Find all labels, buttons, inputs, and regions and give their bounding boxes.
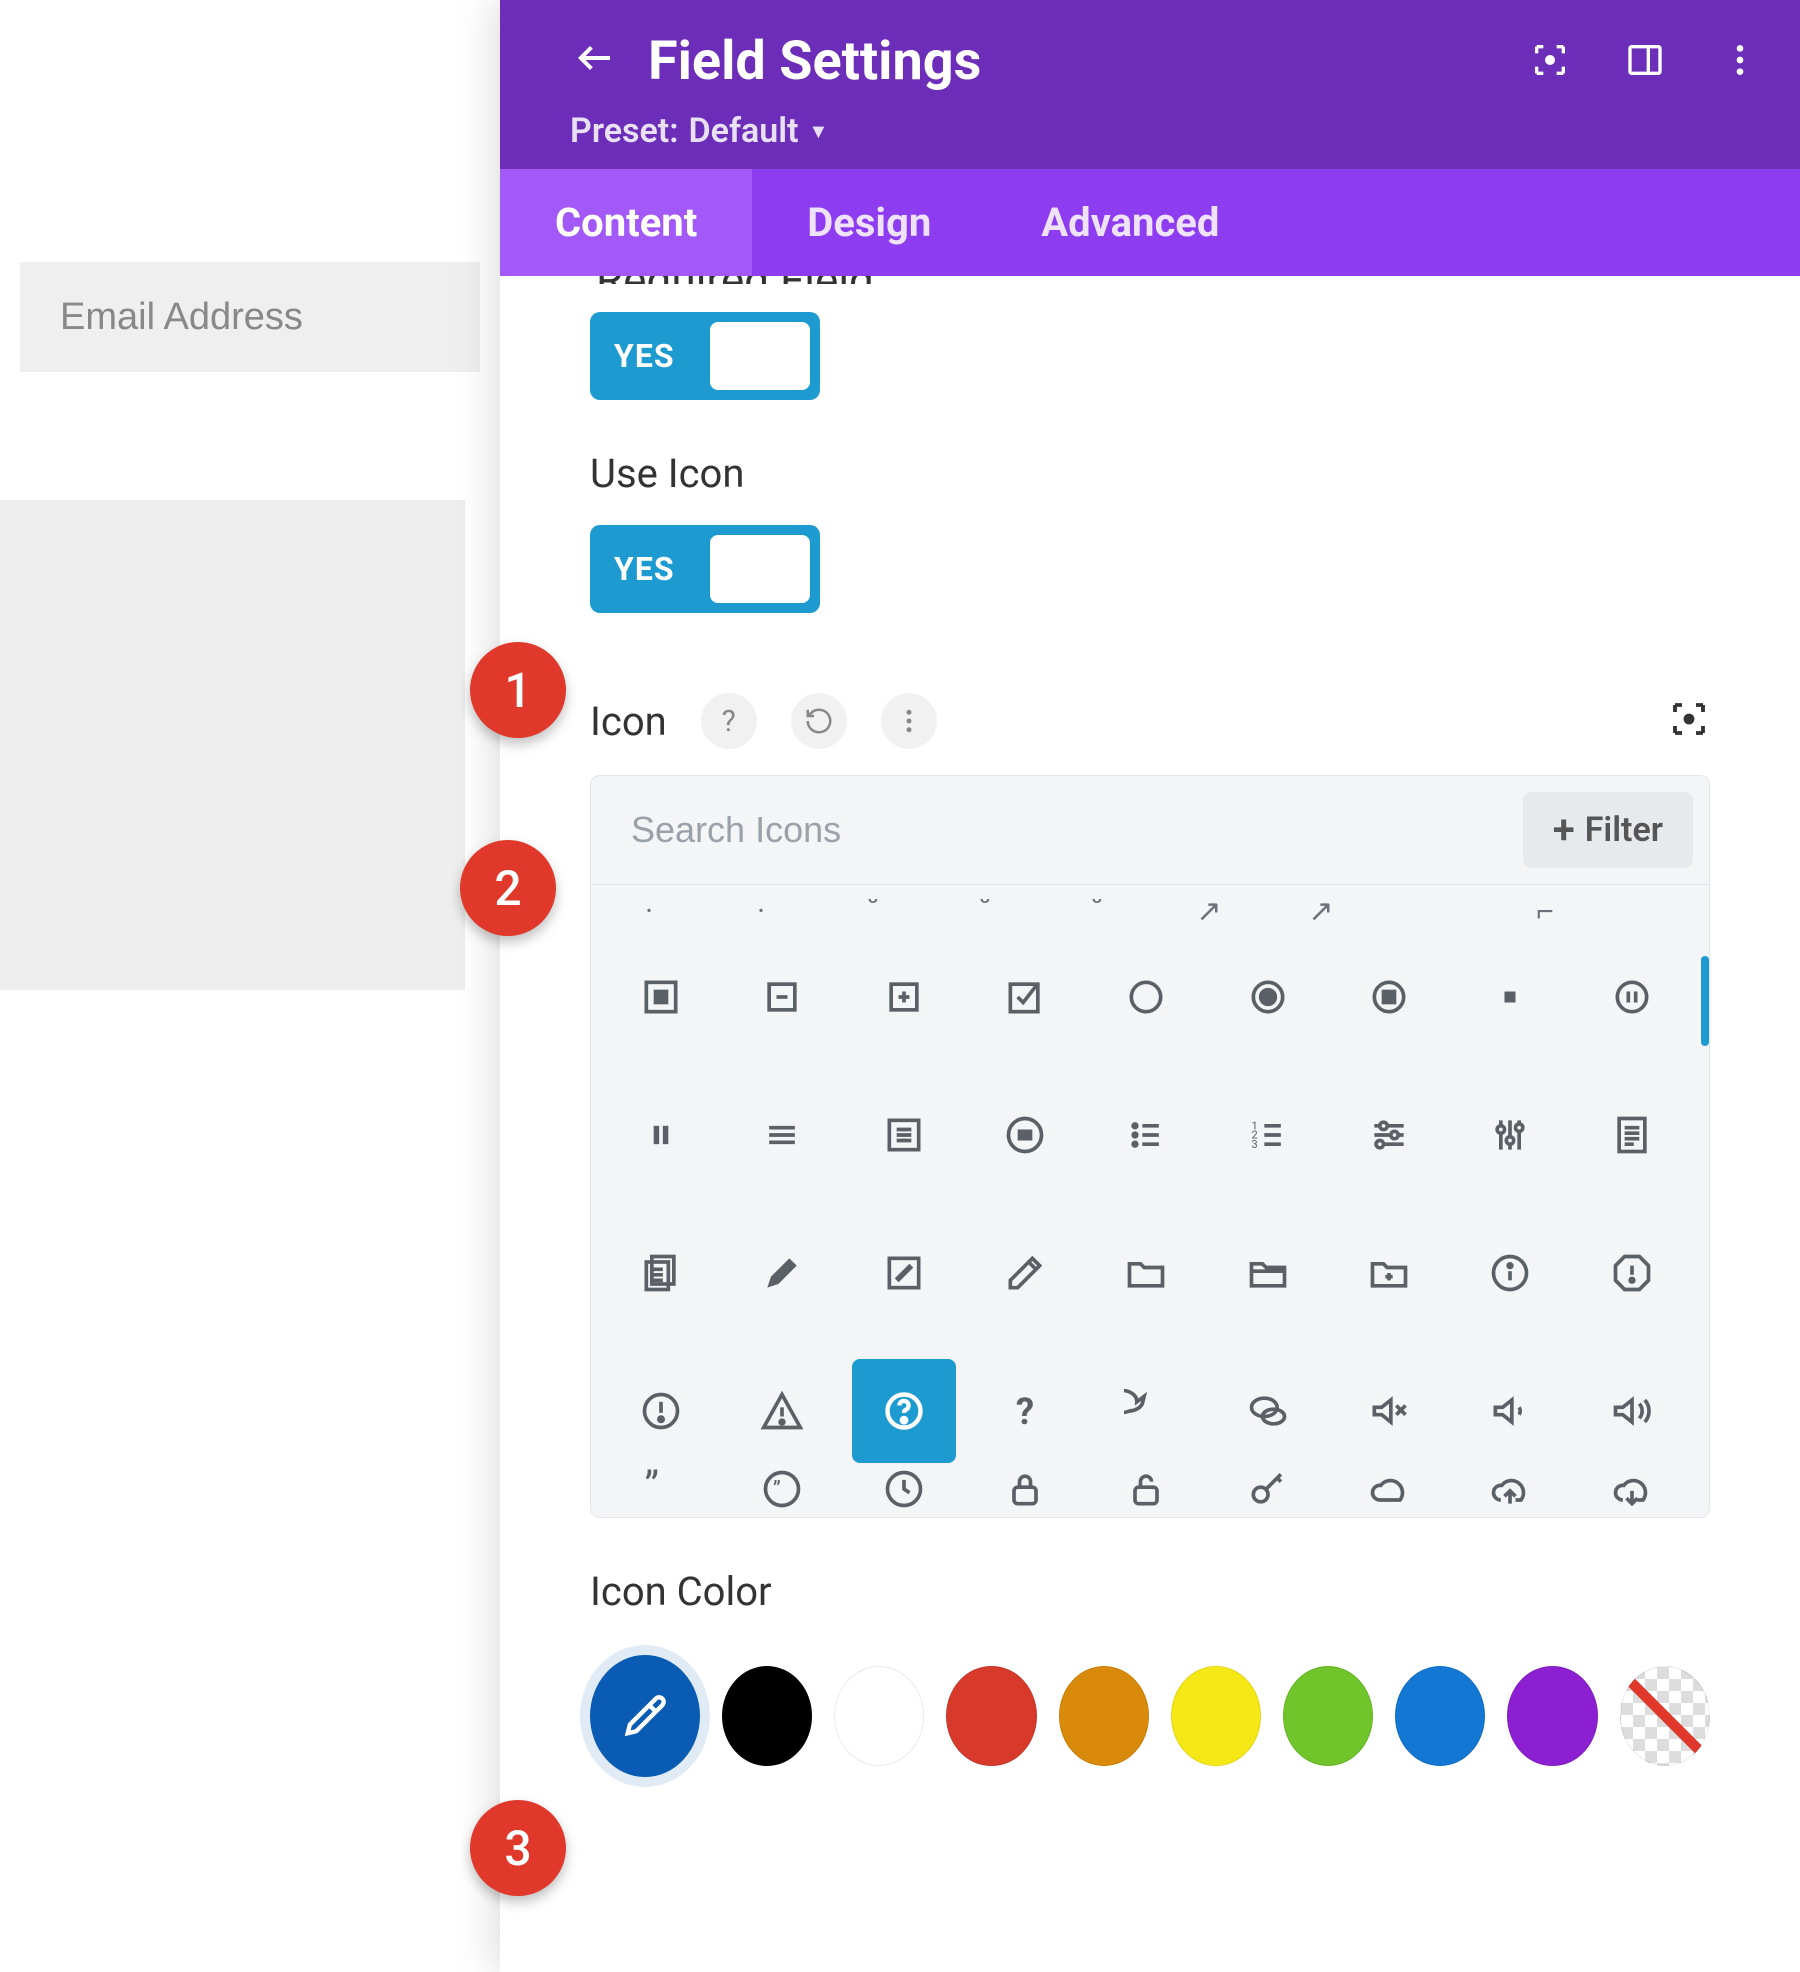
exclamation-circle-icon[interactable] — [621, 1371, 701, 1451]
columns-icon[interactable] — [1625, 40, 1665, 80]
svg-text:”: ” — [773, 1477, 781, 1502]
cloud-icon[interactable] — [1349, 1467, 1429, 1517]
use-icon-label: Use Icon — [590, 450, 1710, 497]
minus-square-icon[interactable] — [742, 957, 822, 1037]
icon-label: Icon — [590, 698, 667, 745]
pause-circle-icon[interactable] — [1592, 957, 1672, 1037]
panel-title: Field Settings — [648, 30, 981, 93]
svg-text:3: 3 — [1251, 1138, 1257, 1151]
fullscreen-icon[interactable] — [1668, 698, 1710, 744]
cloud-upload-icon[interactable] — [1470, 1467, 1550, 1517]
color-palette — [590, 1655, 1710, 1777]
document-icon[interactable] — [1592, 1095, 1672, 1175]
panel-tabs: Content Design Advanced — [500, 169, 1800, 276]
svg-text:”: ” — [645, 1467, 659, 1510]
circle-icon[interactable] — [1106, 957, 1186, 1037]
required-field-label: Required Field — [590, 276, 1710, 284]
icon-grid-cut-bottom: ” ” — [591, 1461, 1709, 1517]
tab-design[interactable]: Design — [752, 169, 986, 276]
settings-panel: Field Settings Preset: Default ▼ Content… — [500, 0, 1800, 1972]
icon-grid-scrollbar[interactable] — [1701, 956, 1709, 1046]
sliders-v-icon[interactable] — [1470, 1095, 1550, 1175]
info-octagon-icon[interactable] — [1592, 1233, 1672, 1313]
reset-icon[interactable] — [791, 693, 847, 749]
more-vertical-icon[interactable] — [1720, 40, 1760, 80]
folder-open-icon[interactable] — [1228, 1233, 1308, 1313]
swatch-none[interactable] — [1620, 1666, 1710, 1766]
back-button[interactable] — [570, 34, 618, 90]
lock-icon[interactable] — [985, 1467, 1065, 1517]
tab-content[interactable]: Content — [500, 169, 752, 276]
annotation-badge-3: 3 — [470, 1800, 566, 1896]
stop-circle-icon[interactable] — [1349, 957, 1429, 1037]
chat-icon[interactable] — [1106, 1371, 1186, 1451]
question-icon[interactable]: ? — [985, 1371, 1065, 1451]
panel-body: Required Field YES Use Icon YES Icon ? — [500, 276, 1800, 1972]
icon-grid-cut-top: ··˘˘˘↗↗⌐ — [591, 885, 1709, 929]
list-circle-icon[interactable] — [985, 1095, 1065, 1175]
quote-circle-icon[interactable]: ” — [742, 1467, 822, 1517]
more-icon[interactable] — [881, 693, 937, 749]
email-field[interactable] — [20, 262, 480, 372]
key-icon[interactable] — [1228, 1467, 1308, 1517]
clock-icon[interactable] — [864, 1467, 944, 1517]
use-icon-toggle[interactable]: YES — [590, 525, 820, 613]
info-circle-icon[interactable] — [1470, 1233, 1550, 1313]
warning-triangle-icon[interactable] — [742, 1371, 822, 1451]
square-small-icon[interactable] — [1470, 957, 1550, 1037]
swatch-blue[interactable] — [1395, 1666, 1485, 1766]
annotation-badge-1: 1 — [470, 642, 566, 738]
icon-color-label: Icon Color — [590, 1568, 1710, 1615]
swatch-black[interactable] — [722, 1666, 812, 1766]
list-unordered-icon[interactable] — [1106, 1095, 1186, 1175]
swatch-green[interactable] — [1283, 1666, 1373, 1766]
caret-down-icon: ▼ — [809, 119, 829, 144]
expand-icon[interactable] — [1530, 40, 1570, 80]
radio-checked-icon[interactable] — [1228, 957, 1308, 1037]
list-box-icon[interactable] — [864, 1095, 944, 1175]
pencil-icon[interactable] — [742, 1233, 822, 1313]
annotation-badge-2: 2 — [460, 840, 556, 936]
check-square-icon[interactable] — [985, 957, 1065, 1037]
textarea-placeholder-block[interactable] — [0, 500, 465, 990]
square-stop-icon[interactable] — [621, 957, 701, 1037]
icon-picker: + Filter ··˘˘˘↗↗⌐ — [590, 775, 1710, 1518]
required-field-toggle[interactable]: YES — [590, 312, 820, 400]
eyedropper-button[interactable] — [590, 1655, 700, 1777]
help-icon[interactable]: ? — [701, 693, 757, 749]
list-ordered-icon[interactable]: 123 — [1228, 1095, 1308, 1175]
search-icons-input[interactable] — [591, 781, 1507, 879]
preset-selector[interactable]: Preset: Default ▼ — [570, 111, 828, 151]
chats-icon[interactable] — [1228, 1371, 1308, 1451]
edit-square-icon[interactable] — [864, 1233, 944, 1313]
edit-pen-icon[interactable] — [985, 1233, 1065, 1313]
volume-high-icon[interactable] — [1592, 1371, 1672, 1451]
pause-icon[interactable] — [621, 1095, 701, 1175]
filter-button[interactable]: + Filter — [1523, 792, 1693, 868]
tab-advanced[interactable]: Advanced — [986, 169, 1274, 276]
cloud-download-icon[interactable] — [1592, 1467, 1672, 1517]
volume-low-icon[interactable] — [1470, 1371, 1550, 1451]
menu-icon[interactable] — [742, 1095, 822, 1175]
swatch-red[interactable] — [946, 1666, 1036, 1766]
svg-text:?: ? — [1016, 1390, 1034, 1433]
plus-square-icon[interactable] — [864, 957, 944, 1037]
documents-icon[interactable] — [621, 1233, 701, 1313]
quote-icon[interactable]: ” — [621, 1467, 701, 1517]
icon-grid: 123 ? — [591, 929, 1709, 1461]
folder-icon[interactable] — [1106, 1233, 1186, 1313]
swatch-purple[interactable] — [1507, 1666, 1597, 1766]
panel-header: Field Settings Preset: Default ▼ — [500, 0, 1800, 169]
volume-mute-icon[interactable] — [1349, 1371, 1429, 1451]
swatch-yellow[interactable] — [1171, 1666, 1261, 1766]
sliders-h-icon[interactable] — [1349, 1095, 1429, 1175]
unlock-icon[interactable] — [1106, 1467, 1186, 1517]
question-circle-icon[interactable] — [852, 1359, 956, 1463]
swatch-white[interactable] — [834, 1666, 924, 1766]
folder-plus-icon[interactable] — [1349, 1233, 1429, 1313]
swatch-orange[interactable] — [1059, 1666, 1149, 1766]
